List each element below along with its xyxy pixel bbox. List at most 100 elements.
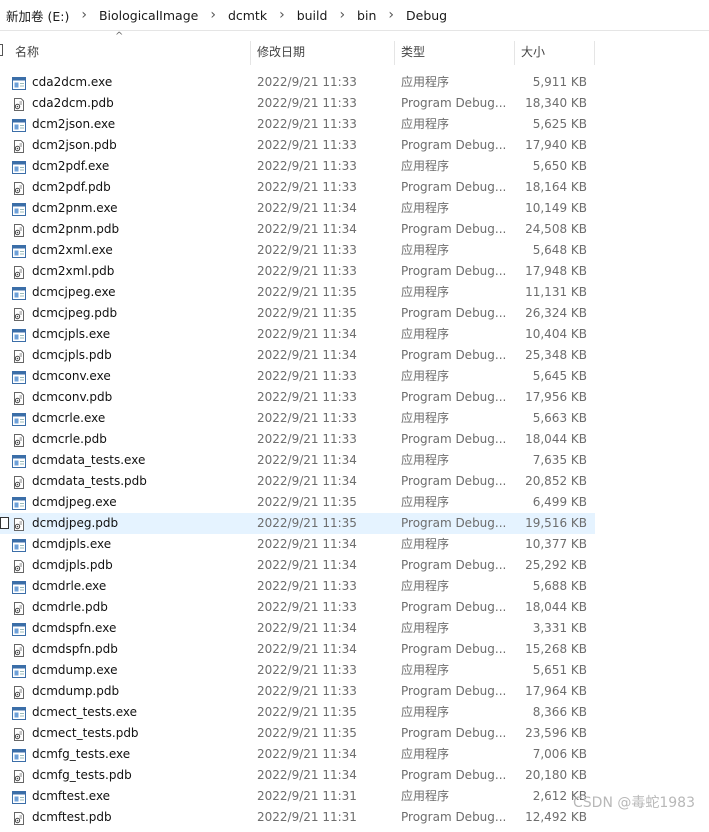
breadcrumb-item-debug[interactable]: Debug bbox=[406, 8, 447, 23]
column-divider[interactable] bbox=[594, 41, 595, 65]
file-row[interactable]: dcmdspfn.pdb 2022/9/21 11:34 Program Debug… bbox=[0, 639, 595, 660]
file-size: 17,940 KB bbox=[525, 138, 587, 152]
pdb-icon bbox=[12, 601, 26, 615]
file-name: dcmdspfn.pdb bbox=[32, 642, 118, 656]
pdb-icon bbox=[12, 433, 26, 447]
sort-ascending-icon: ^ bbox=[115, 31, 124, 42]
file-date: 2022/9/21 11:33 bbox=[257, 684, 357, 698]
chevron-right-icon[interactable]: › bbox=[388, 7, 394, 23]
file-row[interactable]: cda2dcm.exe 2022/9/21 11:33 应用程序 5,911 KB bbox=[0, 72, 595, 93]
column-header-date[interactable]: 修改日期 bbox=[257, 37, 305, 67]
column-divider[interactable] bbox=[394, 41, 395, 65]
file-row[interactable]: dcmconv.exe 2022/9/21 11:33 应用程序 5,645 KB bbox=[0, 366, 595, 387]
column-header-row: ^ 名称 修改日期 类型 大小 bbox=[0, 31, 709, 67]
file-name: dcmcrle.pdb bbox=[32, 432, 107, 446]
file-size: 25,292 KB bbox=[525, 558, 587, 572]
exe-icon bbox=[12, 202, 26, 216]
column-header-size[interactable]: 大小 bbox=[521, 37, 545, 67]
file-date: 2022/9/21 11:34 bbox=[257, 222, 357, 236]
file-row[interactable]: dcmdata_tests.pdb 2022/9/21 11:34 Program … bbox=[0, 471, 595, 492]
breadcrumb-item-build[interactable]: build bbox=[297, 8, 328, 23]
file-type: Program Debug... bbox=[401, 684, 507, 698]
column-header-type[interactable]: 类型 bbox=[401, 37, 425, 67]
file-row[interactable]: dcmftest.pdb 2022/9/21 11:31 Program Debug… bbox=[0, 807, 595, 828]
file-date: 2022/9/21 11:35 bbox=[257, 516, 357, 530]
file-size: 25,348 KB bbox=[525, 348, 587, 362]
pdb-icon bbox=[12, 97, 26, 111]
file-row[interactable]: dcmdata_tests.exe 2022/9/21 11:34 应用程序 7,63… bbox=[0, 450, 595, 471]
file-row[interactable]: dcmfg_tests.exe 2022/9/21 11:34 应用程序 7,006 … bbox=[0, 744, 595, 765]
breadcrumb-item-bin[interactable]: bin bbox=[357, 8, 376, 23]
chevron-right-icon[interactable]: › bbox=[279, 7, 285, 23]
file-name: dcmect_tests.pdb bbox=[32, 726, 139, 740]
file-date: 2022/9/21 11:33 bbox=[257, 138, 357, 152]
file-row[interactable]: dcmdjpls.exe 2022/9/21 11:34 应用程序 10,377 KB bbox=[0, 534, 595, 555]
file-size: 5,688 KB bbox=[532, 579, 587, 593]
file-row[interactable]: dcm2xml.pdb 2022/9/21 11:33 Program Debug.… bbox=[0, 261, 595, 282]
file-row[interactable]: cda2dcm.pdb 2022/9/21 11:33 Program Debug.… bbox=[0, 93, 595, 114]
breadcrumb-item-drive[interactable]: 新加卷 (E:) bbox=[6, 6, 69, 25]
file-date: 2022/9/21 11:34 bbox=[257, 768, 357, 782]
watermark: CSDN @毒蛇1983 bbox=[573, 795, 695, 811]
chevron-right-icon[interactable]: › bbox=[339, 7, 345, 23]
column-divider[interactable] bbox=[514, 41, 515, 65]
file-row[interactable]: dcmect_tests.exe 2022/9/21 11:35 应用程序 8,366… bbox=[0, 702, 595, 723]
row-checkbox[interactable] bbox=[0, 517, 9, 529]
file-row[interactable]: dcmdjpeg.pdb 2022/9/21 11:35 Program Debug… bbox=[0, 513, 595, 534]
file-name: dcm2xml.exe bbox=[32, 243, 113, 257]
file-size: 7,006 KB bbox=[532, 747, 587, 761]
breadcrumb-item-biologicalimage[interactable]: BiologicalImage bbox=[99, 8, 198, 23]
file-row[interactable]: dcmdjpeg.exe 2022/9/21 11:35 应用程序 6,499 KB bbox=[0, 492, 595, 513]
file-size: 24,508 KB bbox=[525, 222, 587, 236]
pdb-icon bbox=[12, 349, 26, 363]
file-date: 2022/9/21 11:34 bbox=[257, 537, 357, 551]
file-date: 2022/9/21 11:34 bbox=[257, 327, 357, 341]
pdb-icon bbox=[12, 559, 26, 573]
file-row[interactable]: dcmftest.exe 2022/9/21 11:31 应用程序 2,612 KB bbox=[0, 786, 595, 807]
file-row[interactable]: dcm2pdf.pdb 2022/9/21 11:33 Program Debug.… bbox=[0, 177, 595, 198]
file-type: Program Debug... bbox=[401, 474, 507, 488]
column-header-name[interactable]: 名称 bbox=[15, 37, 39, 67]
file-name: dcmdump.pdb bbox=[32, 684, 120, 698]
file-row[interactable]: dcmdrle.pdb 2022/9/21 11:33 Program Debug.… bbox=[0, 597, 595, 618]
file-row[interactable]: dcm2pnm.pdb 2022/9/21 11:34 Program Debug.… bbox=[0, 219, 595, 240]
file-type: 应用程序 bbox=[401, 789, 450, 803]
file-name: dcmftest.exe bbox=[32, 789, 111, 803]
file-date: 2022/9/21 11:34 bbox=[257, 348, 357, 362]
file-row[interactable]: dcm2pdf.exe 2022/9/21 11:33 应用程序 5,650 KB bbox=[0, 156, 595, 177]
chevron-right-icon[interactable]: › bbox=[210, 7, 216, 23]
file-size: 10,404 KB bbox=[525, 327, 587, 341]
file-row[interactable]: dcm2pnm.exe 2022/9/21 11:34 应用程序 10,149 KB bbox=[0, 198, 595, 219]
file-name: dcmconv.pdb bbox=[32, 390, 113, 404]
file-size: 8,366 KB bbox=[532, 705, 587, 719]
file-row[interactable]: dcmdjpls.pdb 2022/9/21 11:34 Program Debug… bbox=[0, 555, 595, 576]
file-row[interactable]: dcmdrle.exe 2022/9/21 11:33 应用程序 5,688 KB bbox=[0, 576, 595, 597]
file-row[interactable]: dcmfg_tests.pdb 2022/9/21 11:34 Program De… bbox=[0, 765, 595, 786]
exe-icon bbox=[12, 538, 26, 552]
column-divider[interactable] bbox=[250, 41, 251, 65]
file-row[interactable]: dcmcjpls.exe 2022/9/21 11:34 应用程序 10,404 KB bbox=[0, 324, 595, 345]
file-size: 6,499 KB bbox=[532, 495, 587, 509]
file-row[interactable]: dcmect_tests.pdb 2022/9/21 11:35 Program D… bbox=[0, 723, 595, 744]
breadcrumb-item-dcmtk[interactable]: dcmtk bbox=[228, 8, 267, 23]
pdb-icon bbox=[12, 811, 26, 825]
file-date: 2022/9/21 11:33 bbox=[257, 663, 357, 677]
file-row[interactable]: dcm2xml.exe 2022/9/21 11:33 应用程序 5,648 KB bbox=[0, 240, 595, 261]
file-size: 18,340 KB bbox=[525, 96, 587, 110]
file-row[interactable]: dcm2json.pdb 2022/9/21 11:33 Program Debug… bbox=[0, 135, 595, 156]
file-row[interactable]: dcmcrle.exe 2022/9/21 11:33 应用程序 5,663 KB bbox=[0, 408, 595, 429]
file-row[interactable]: dcmconv.pdb 2022/9/21 11:33 Program Debug.… bbox=[0, 387, 595, 408]
file-row[interactable]: dcmcjpeg.pdb 2022/9/21 11:35 Program Debug… bbox=[0, 303, 595, 324]
file-row[interactable]: dcm2json.exe 2022/9/21 11:33 应用程序 5,625 KB bbox=[0, 114, 595, 135]
file-row[interactable]: dcmdump.pdb 2022/9/21 11:33 Program Debug.… bbox=[0, 681, 595, 702]
file-row[interactable]: dcmcjpls.pdb 2022/9/21 11:34 Program Debug… bbox=[0, 345, 595, 366]
file-date: 2022/9/21 11:33 bbox=[257, 390, 357, 404]
file-row[interactable]: dcmcjpeg.exe 2022/9/21 11:35 应用程序 11,131 KB bbox=[0, 282, 595, 303]
chevron-right-icon[interactable]: › bbox=[81, 7, 87, 23]
file-row[interactable]: dcmdspfn.exe 2022/9/21 11:34 应用程序 3,331 KB bbox=[0, 618, 595, 639]
file-size: 11,131 KB bbox=[525, 285, 587, 299]
file-row[interactable]: dcmdump.exe 2022/9/21 11:33 应用程序 5,651 KB bbox=[0, 660, 595, 681]
file-row[interactable]: dcmcrle.pdb 2022/9/21 11:33 Program Debug.… bbox=[0, 429, 595, 450]
file-type: Program Debug... bbox=[401, 810, 507, 824]
file-name: dcmftest.pdb bbox=[32, 810, 112, 824]
